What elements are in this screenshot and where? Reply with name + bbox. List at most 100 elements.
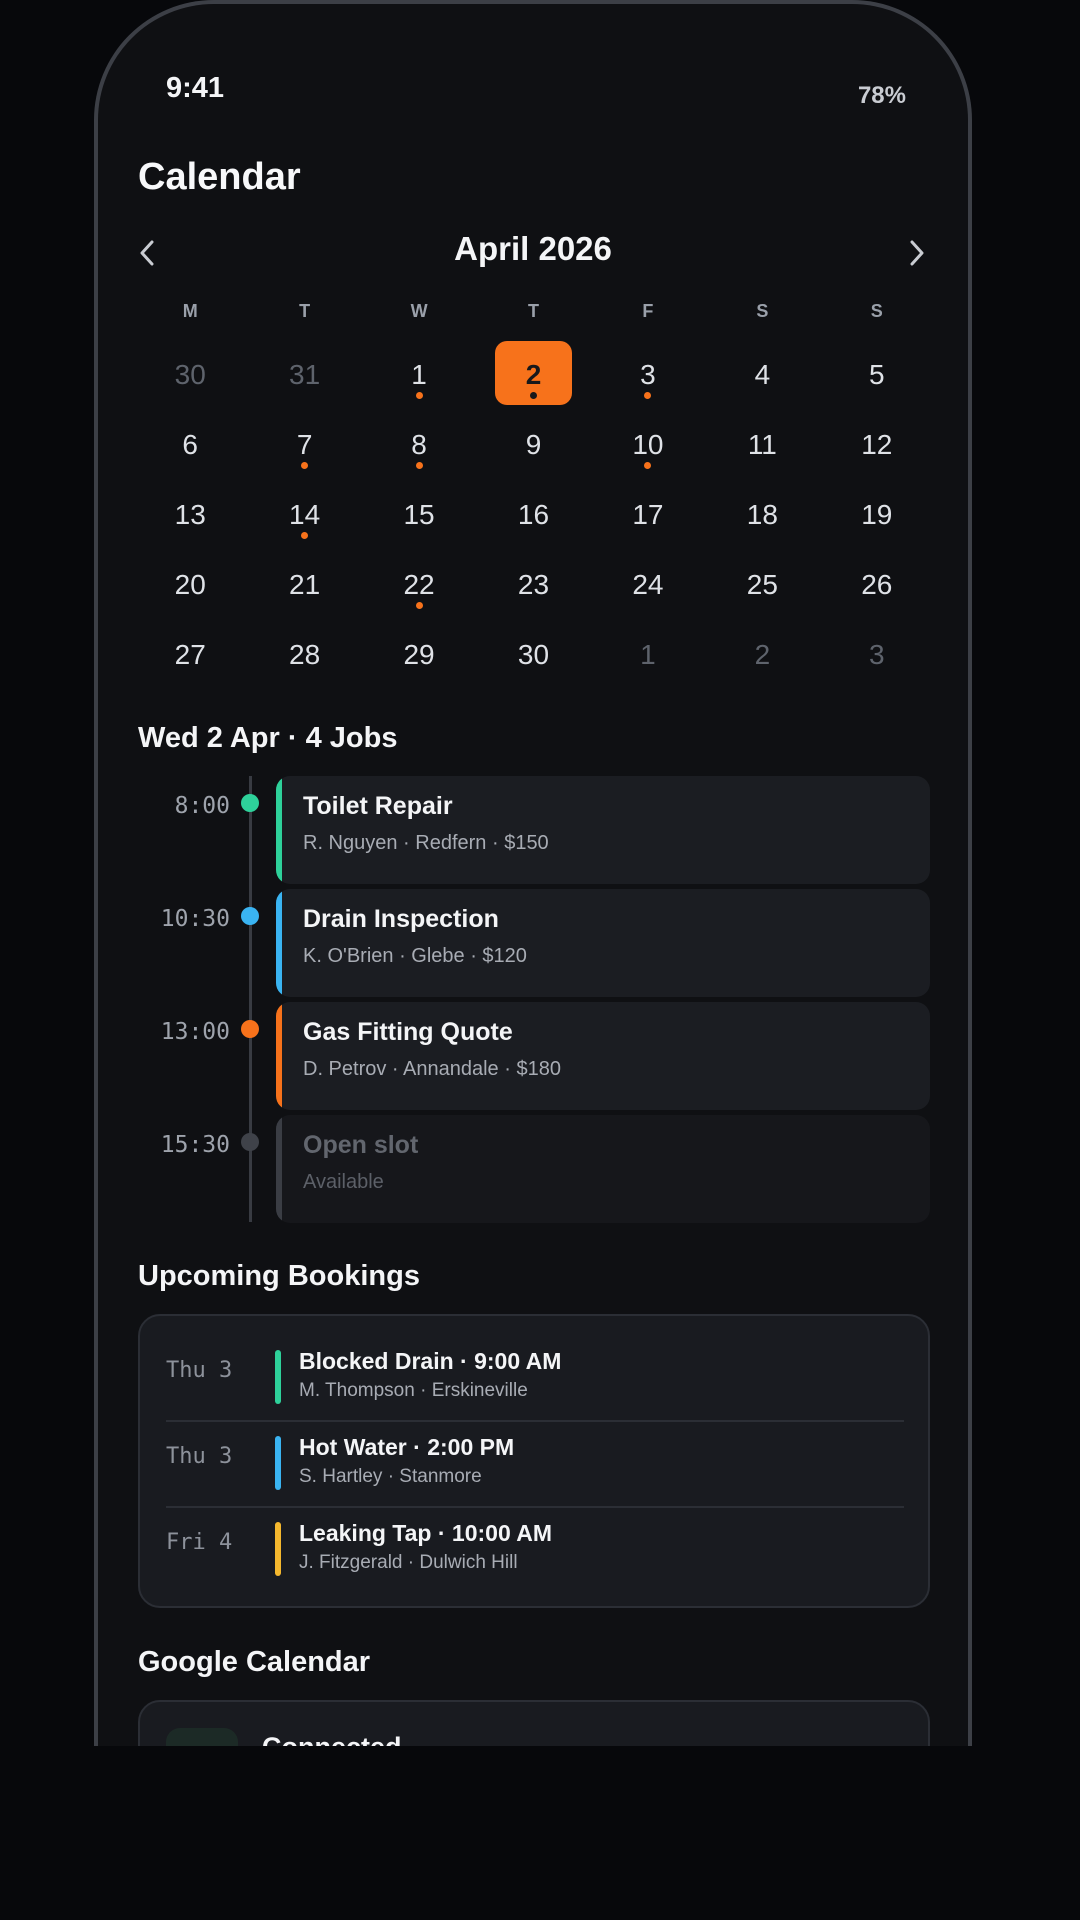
day-cell[interactable]: 29 [362, 620, 476, 690]
event-dot [644, 392, 652, 399]
timeline-dot [241, 1133, 259, 1151]
day-cell[interactable]: 25 [705, 550, 819, 620]
job-title: Open slot [303, 1131, 419, 1159]
day-cell[interactable]: 20 [133, 550, 247, 620]
day-cell[interactable]: 12 [820, 410, 934, 480]
weekday-label: T [527, 301, 539, 321]
day-cell[interactable]: 6 [133, 410, 247, 480]
booking-details: J. Fitzgerald · Dulwich Hill [299, 1552, 518, 1573]
booking-row[interactable]: Thu 3 Hot Water · 2:00 PM S. Hartley · Sta… [166, 1420, 904, 1508]
day-number: 28 [289, 639, 321, 670]
day-number: 12 [861, 429, 893, 460]
job-color-bar [276, 1115, 282, 1223]
day-cell[interactable]: 7 [247, 410, 361, 480]
phone-screen: 9:41 78% Calendar April 2026 M T W T F S S 30 3… [94, 0, 972, 1746]
day-cell[interactable]: 5 [820, 340, 934, 410]
day-cell[interactable]: 3 [591, 340, 705, 410]
day-number: 2 [525, 359, 542, 390]
job-card[interactable]: Toilet Repair R. Nguyen · Redfern · $150 [276, 776, 930, 884]
status-time: 9:41 [166, 72, 225, 104]
day-cell[interactable]: 1 [362, 340, 476, 410]
day-cell[interactable]: 2 [705, 620, 819, 690]
day-number: 27 [174, 639, 206, 670]
booking-date: Fri 4 [166, 1530, 233, 1555]
job-title: Toilet Repair [303, 792, 453, 820]
day-number: 8 [411, 429, 427, 460]
day-cell[interactable]: 31 [247, 340, 361, 410]
day-cell[interactable]: 18 [705, 480, 819, 550]
day-number: 5 [868, 359, 885, 390]
day-number: 14 [289, 499, 321, 530]
booking-row[interactable]: Thu 3 Blocked Drain · 9:00 AM M. Thompson … [166, 1334, 904, 1422]
event-dot [415, 392, 423, 399]
day-number: 22 [403, 569, 435, 600]
chevron-right-icon [910, 240, 924, 266]
day-cell[interactable]: 27 [133, 620, 247, 690]
job-details: Available [303, 1171, 384, 1193]
job-time: 13:00 [160, 1019, 230, 1045]
job-time: 15:30 [160, 1132, 230, 1158]
day-number: 23 [517, 569, 550, 600]
day-cell[interactable]: 19 [820, 480, 934, 550]
day-number: 19 [861, 499, 893, 530]
day-cell[interactable]: 26 [820, 550, 934, 620]
booking-details: M. Thompson · Erskineville [299, 1380, 528, 1401]
booking-date: Thu 3 [166, 1358, 233, 1383]
event-dot [301, 532, 309, 539]
day-cell[interactable]: 9 [476, 410, 590, 480]
day-cell[interactable]: 30 [133, 340, 247, 410]
job-details: K. O'Brien · Glebe · $120 [303, 945, 527, 967]
timeline-dot [241, 907, 259, 925]
day-cell[interactable]: 8 [362, 410, 476, 480]
google-calendar-heading: Google Calendar [138, 1646, 371, 1678]
booking-details: S. Hartley · Stanmore [299, 1466, 482, 1487]
booking-date: Thu 3 [166, 1444, 233, 1469]
job-title: Gas Fitting Quote [303, 1018, 513, 1046]
job-time: 10:30 [160, 906, 230, 932]
day-number: 24 [632, 569, 664, 600]
day-cell-selected[interactable]: 2 [476, 340, 590, 410]
day-cell[interactable]: 28 [247, 620, 361, 690]
day-cell[interactable]: 16 [476, 480, 590, 550]
day-cell[interactable]: 14 [247, 480, 361, 550]
weekday-label: S [756, 301, 769, 321]
day-cell[interactable]: 30 [476, 620, 590, 690]
day-number: 4 [754, 359, 771, 390]
booking-title: Hot Water · 2:00 PM [299, 1434, 515, 1460]
day-cell[interactable]: 15 [362, 480, 476, 550]
event-dot [529, 392, 537, 399]
page-title: Calendar [138, 156, 301, 198]
day-cell[interactable]: 4 [705, 340, 819, 410]
next-month-button[interactable] [892, 228, 942, 278]
day-cell[interactable]: 21 [247, 550, 361, 620]
day-cell[interactable]: 10 [591, 410, 705, 480]
job-details: D. Petrov · Annandale · $180 [303, 1058, 561, 1080]
job-card[interactable]: Drain Inspection K. O'Brien · Glebe · $12… [276, 889, 930, 997]
day-cell[interactable]: 11 [705, 410, 819, 480]
day-number: 3 [640, 359, 656, 390]
day-number: 1 [640, 639, 656, 670]
job-color-bar [276, 889, 282, 997]
day-cell[interactable]: 22 [362, 550, 476, 620]
booking-row[interactable]: Fri 4 Leaking Tap · 10:00 AM J. Fitzgerald… [166, 1506, 904, 1592]
day-number: 17 [632, 499, 664, 530]
job-details: R. Nguyen · Redfern · $150 [303, 832, 549, 854]
day-number: 20 [174, 569, 206, 600]
booking-color-bar [275, 1350, 281, 1404]
weekday-label: M [182, 301, 198, 321]
day-cell[interactable]: 3 [820, 620, 934, 690]
day-cell[interactable]: 23 [476, 550, 590, 620]
day-cell[interactable]: 13 [133, 480, 247, 550]
job-card[interactable]: Gas Fitting Quote D. Petrov · Annandale ·… [276, 1002, 930, 1110]
google-calendar-card[interactable]: Connected [138, 1700, 930, 1746]
day-cell[interactable]: 24 [591, 550, 705, 620]
day-cell[interactable]: 1 [591, 620, 705, 690]
job-title: Drain Inspection [303, 905, 499, 933]
day-number: 13 [174, 499, 206, 530]
weekday-label: F [642, 301, 654, 321]
open-slot-card[interactable]: Open slot Available [276, 1115, 930, 1223]
day-number: 26 [861, 569, 893, 600]
day-cell[interactable]: 17 [591, 480, 705, 550]
day-number: 29 [403, 639, 435, 670]
day-number: 18 [746, 499, 778, 530]
